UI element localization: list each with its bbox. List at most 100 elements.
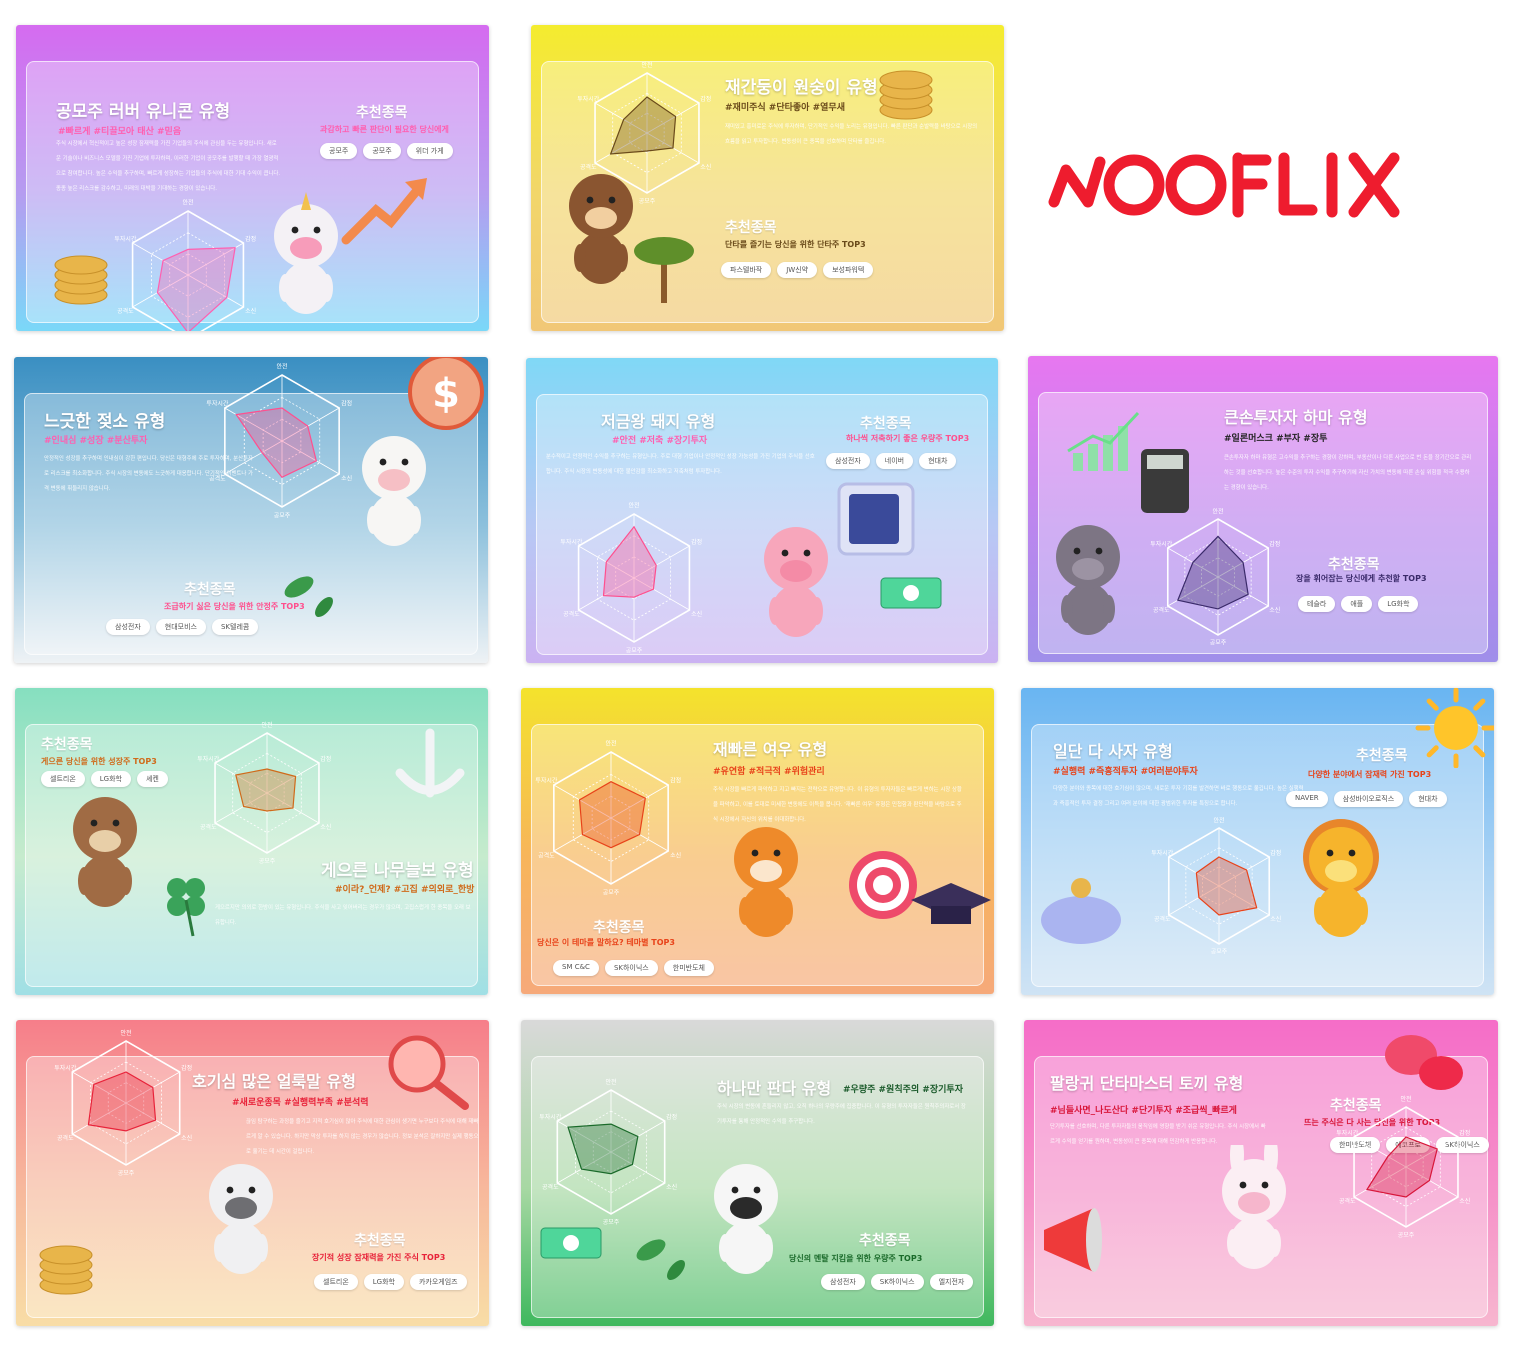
radar-axis-label: 공모주: [118, 1170, 135, 1177]
stock-pill[interactable]: 네이버: [875, 453, 914, 469]
radar-axis-label: 소신: [691, 610, 702, 618]
stock-pill[interactable]: 셀트리온: [314, 1274, 358, 1290]
card-rabbit[interactable]: 팔랑귀 단타마스터 토끼 유형 #님들사면_나도산다 #단기투자 #조급씩_빠르게…: [1024, 1020, 1498, 1326]
radar-axis-label: 공격도: [1154, 916, 1171, 923]
stock-pill[interactable]: 현대차: [1409, 791, 1447, 807]
stock-pill[interactable]: 공모주: [320, 143, 358, 159]
radar-axis-label: 감정: [181, 1065, 192, 1072]
card-hashtags: #빠르게 #티끌모아 태산 #믿음: [58, 127, 182, 137]
logo-mark: [1048, 152, 1400, 218]
radar-axis-label: 안전: [261, 721, 272, 729]
card-hashtags: #새로운종목 #실행력부족 #분석력: [232, 1098, 369, 1108]
card-hashtags: #인내심 #성장 #분산투자: [44, 436, 148, 446]
stock-pill[interactable]: 파스텔바작: [721, 262, 772, 278]
stock-pill[interactable]: SM C&C: [553, 960, 599, 976]
radar-axis-label: 소신: [1270, 915, 1281, 923]
sloth-icon: [73, 797, 137, 907]
card-description: 게으르지만 의외로 한방이 있는 유형입니다. 주식을 사고 잊어버리는 경우가…: [215, 905, 471, 926]
stock-pill[interactable]: 삼성전자: [826, 453, 870, 469]
stock-pill[interactable]: 테슬라: [1298, 596, 1336, 612]
card-zebra[interactable]: 호기심 많은 얼룩말 유형 #새로운종목 #실행력부족 #분석력 끊임 탐구하는 과…: [16, 1020, 489, 1326]
card-title: 큰손투자자 하마 유형: [1224, 408, 1368, 427]
radar-axis-label: 안전: [276, 362, 287, 370]
card-title: 느긋한 젖소 유형: [44, 412, 166, 432]
recommend-heading: 추천종목: [860, 416, 912, 432]
card-monkey[interactable]: 재간둥이 원숭이 유형 #재미주식 #단타좋아 #열무새 재미있고 흥미로운 주식에…: [531, 25, 1004, 331]
stock-pill[interactable]: SK하이닉스: [870, 1274, 924, 1290]
cow-icon: [362, 436, 426, 546]
radar-data-area: [1195, 856, 1258, 916]
card-hashtags: #안전 #저축 #장기투자: [612, 436, 708, 446]
radar-axis-label: 공격도: [538, 852, 555, 859]
radar-data-area: [1366, 1136, 1438, 1198]
stock-pill[interactable]: SK하이닉스: [604, 960, 658, 976]
card-lion[interactable]: 일단 다 사자 유형 #실행력 #즉흥적투자 #여러분야투자 다양한 분야와 종목에…: [1021, 688, 1494, 995]
card-description: 분수적이고 안정적인 수익을 추구하는 유형입니다. 주로 대형 기업이나 안정…: [546, 454, 815, 475]
recommend-subtitle: 다양한 분야에서 잠재력 가진 TOP3: [1308, 770, 1432, 779]
radar-axis-label: 감정: [1459, 1130, 1470, 1137]
stock-pill[interactable]: 위더 가게: [406, 143, 453, 159]
stock-pill[interactable]: JW신약: [777, 262, 818, 278]
radar-chart: 안전감정소신공모주공격도투자시간: [560, 502, 702, 655]
stock-pill[interactable]: 보성파워텍: [823, 262, 874, 278]
radar-axis-label: 소신: [666, 1183, 677, 1191]
card-cow[interactable]: 느긋한 젖소 유형 #인내심 #성장 #분산투자 안정적인 성장을 추구하며 인내심…: [14, 357, 488, 663]
card-hashtags: #님들사면_나도산다 #단기투자 #조급씩_빠르게: [1050, 1106, 1237, 1116]
safe-icon: [837, 482, 915, 556]
sun-icon: [1415, 688, 1494, 768]
radar-chart: 안전감정소신공모주공격도투자시간: [1336, 1095, 1470, 1239]
radar-chart: 안전감정소신공모주공격도투자시간: [535, 739, 681, 896]
card-fox[interactable]: 재빠른 여우 유형 #유연함 #적극적 #위험관리 주식 시장을 빠르게 파악하고 …: [521, 688, 994, 994]
stock-pill[interactable]: 엘지전자: [929, 1274, 974, 1290]
clover-icon: [167, 878, 205, 937]
arrow-icon: [341, 178, 427, 245]
card-pig[interactable]: 저금왕 돼지 유형 #안전 #저축 #장기투자 분수적이고 안정적인 수익을 추구하…: [526, 358, 998, 663]
card-hashtags: #실행력 #즉흥적투자 #여러분야투자: [1053, 767, 1198, 777]
card-unicorn[interactable]: 공모주 러버 유니콘 유형 #빠르게 #티끌모아 태산 #믿음 주식 시장에서 혁신…: [16, 25, 489, 331]
stock-pill[interactable]: LG화학: [1378, 596, 1419, 612]
stock-pill[interactable]: 카카오게임즈: [409, 1274, 467, 1290]
coins-icon: [879, 70, 933, 120]
bag-icon: [1041, 878, 1121, 944]
radar-data-area: [235, 407, 317, 479]
stock-pill-list: 파스텔바작 JW신약 보성파워텍: [721, 262, 874, 278]
stock-pill[interactable]: 삼성바이오로직스: [1333, 791, 1404, 807]
stock-pill[interactable]: 삼성전자: [106, 619, 150, 635]
card-hashtags: #우량주 #원칙주의 #장기투자: [843, 1085, 963, 1095]
recommend-heading: 추천종목: [1356, 748, 1408, 764]
stock-pill[interactable]: 삼성전자: [821, 1274, 865, 1290]
recommend-subtitle: 게으른 당신을 위한 성장주 TOP3: [41, 757, 157, 766]
magnifier-icon: [388, 1035, 469, 1110]
card-hashtags: #재미주식 #단타좋아 #열무새: [725, 103, 845, 113]
stock-pill[interactable]: LG화학: [363, 1274, 404, 1290]
stock-pill[interactable]: 한미반도체: [663, 960, 714, 976]
leaves-icon: [636, 1239, 685, 1280]
stock-pill[interactable]: NAVER: [1286, 791, 1328, 807]
card-sloth[interactable]: 게으른 나무늘보 유형 #이라?_언제? #고집 #의외로_한방 게으르지만 의외로…: [15, 688, 488, 995]
coins-icon: [54, 255, 108, 305]
recommend-heading: 추천종목: [725, 220, 777, 236]
card-panda[interactable]: 하나만 판다 유형 #우량주 #원칙주의 #장기투자 주식 시장의 변동에 흔들리지…: [521, 1020, 994, 1326]
leaves-icon: [284, 576, 333, 617]
stock-pill[interactable]: 현대차: [919, 453, 957, 469]
card-description: 주식 시장의 변동에 흔들리지 않고, 오직 하나의 우량주에 집중합니다. 이…: [717, 1104, 966, 1125]
radar-axis-label: 투자시간: [1151, 849, 1174, 857]
calc-icon: [1141, 449, 1189, 513]
radar-axis-label: 공격도: [57, 1135, 74, 1142]
radar-axis-label: 투자시간: [577, 95, 600, 103]
radar-data-area: [235, 768, 297, 812]
radar-axis-label: 공모주: [1398, 1232, 1415, 1239]
radar-axis-label: 소신: [700, 163, 711, 171]
card-hippo[interactable]: 큰손투자자 하마 유형 #일론머스크 #부자 #장투 큰손투자자 하마 유형은 고수…: [1028, 356, 1498, 662]
radar-axis-label: 감정: [1269, 541, 1280, 548]
recommend-heading: 추천종목: [184, 582, 236, 598]
radar-data-area: [578, 781, 646, 849]
card-description: 다양한 분야와 종목에 대한 호기심이 많으며, 새로운 투자 기회를 발견하면…: [1053, 786, 1304, 807]
stock-pill[interactable]: 애플: [1341, 596, 1373, 612]
stock-pill[interactable]: 공모주: [363, 143, 401, 159]
stock-pill[interactable]: SK텔레콤: [211, 619, 259, 635]
card-description: 큰손투자자 하마 유형은 고수익을 추구하는 경향이 강하며, 부동산이나 다른…: [1224, 455, 1472, 491]
stock-pill[interactable]: 현대모비스: [155, 619, 206, 635]
nooflix-logo: [1048, 152, 1400, 218]
radar-axis-label: 안전: [641, 61, 652, 69]
